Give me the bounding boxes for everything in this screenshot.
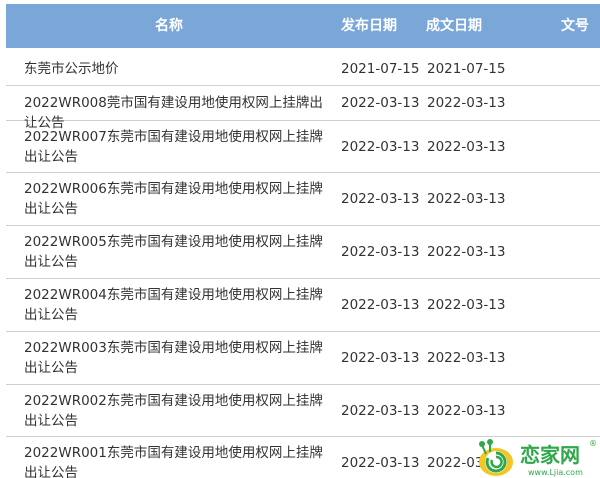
row-title-link[interactable]: 2022WR006东莞市国有建设用地使用权网上挂牌出让公告 xyxy=(24,179,334,219)
row-written-date: 2022-03-13 xyxy=(427,191,506,207)
ljia-watermark-logo: 恋家网 ® www.Ljia.com xyxy=(479,439,597,477)
row-publish-date: 2022-03-13 xyxy=(341,403,420,419)
logo-text: 恋家网 xyxy=(520,443,580,467)
row-publish-date: 2022-03-13 xyxy=(341,191,420,207)
row-publish-date: 2022-03-13 xyxy=(341,350,420,366)
row-written-date: 2021-07-15 xyxy=(427,61,506,77)
row-written-date: 2022-03-13 xyxy=(427,403,506,419)
row-title-link[interactable]: 2022WR004东莞市国有建设用地使用权网上挂牌出让公告 xyxy=(24,285,334,325)
row-written-date: 2022-03-13 xyxy=(427,297,506,313)
row-publish-date: 2021-07-15 xyxy=(341,61,420,77)
snail-mascot-icon xyxy=(479,439,513,476)
row-title-link[interactable]: 2022WR005东莞市国有建设用地使用权网上挂牌出让公告 xyxy=(24,232,334,272)
logo-url: www.Ljia.com xyxy=(528,468,583,477)
table-row[interactable]: 2022WR006东莞市国有建设用地使用权网上挂牌出让公告 2022-03-13… xyxy=(6,173,600,226)
row-publish-date: 2022-03-13 xyxy=(341,244,420,260)
row-written-date: 2022-03-13 xyxy=(427,95,506,111)
column-header-doc-no[interactable]: 文号 xyxy=(561,4,600,48)
notice-table: 名称 发布日期 成文日期 文号 东莞市公示地价 2021-07-15 2021-… xyxy=(6,0,600,478)
row-publish-date: 2022-03-13 xyxy=(341,95,420,111)
table-row[interactable]: 2022WR002东莞市国有建设用地使用权网上挂牌出让公告 2022-03-13… xyxy=(6,385,600,437)
table-header: 名称 发布日期 成文日期 文号 xyxy=(6,4,600,48)
row-publish-date: 2022-03-13 xyxy=(341,297,420,313)
column-header-written-date[interactable]: 成文日期 xyxy=(426,4,512,48)
row-publish-date: 2022-03-13 xyxy=(341,139,420,155)
row-title-link[interactable]: 2022WR002东莞市国有建设用地使用权网上挂牌出让公告 xyxy=(24,391,334,431)
row-publish-date: 2022-03-13 xyxy=(341,455,420,471)
row-written-date: 2022-03-13 xyxy=(427,139,506,155)
column-header-name[interactable]: 名称 xyxy=(6,4,332,48)
table-row[interactable]: 2022WR008莞市国有建设用地使用权网上挂牌出让公告 2022-03-13 … xyxy=(6,86,600,131)
row-written-date: 2022-03-13 xyxy=(427,350,506,366)
row-written-date: 2022-03-13 xyxy=(427,244,506,260)
table-row[interactable]: 东莞市公示地价 2021-07-15 2021-07-15 xyxy=(6,48,600,86)
table-row[interactable]: 2022WR003东莞市国有建设用地使用权网上挂牌出让公告 2022-03-13… xyxy=(6,332,600,385)
row-title-link[interactable]: 2022WR003东莞市国有建设用地使用权网上挂牌出让公告 xyxy=(24,338,334,378)
table-row[interactable]: 2022WR007东莞市国有建设用地使用权网上挂牌出让公告 2022-03-13… xyxy=(6,121,600,173)
table-row[interactable]: 2022WR004东莞市国有建设用地使用权网上挂牌出让公告 2022-03-13… xyxy=(6,279,600,332)
table-row[interactable]: 2022WR005东莞市国有建设用地使用权网上挂牌出让公告 2022-03-13… xyxy=(6,226,600,279)
row-title-link[interactable]: 东莞市公示地价 xyxy=(24,59,334,79)
registered-mark: ® xyxy=(589,439,597,448)
row-title-link[interactable]: 2022WR001东莞市国有建设用地使用权网上挂牌出让公告 xyxy=(24,443,334,478)
row-title-link[interactable]: 2022WR007东莞市国有建设用地使用权网上挂牌出让公告 xyxy=(24,127,334,167)
column-header-publish-date[interactable]: 发布日期 xyxy=(341,4,427,48)
